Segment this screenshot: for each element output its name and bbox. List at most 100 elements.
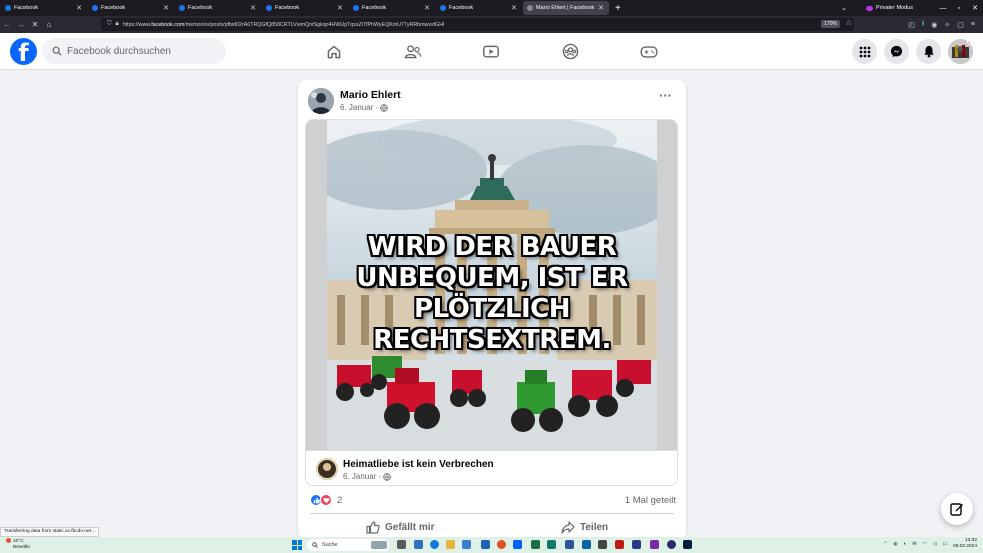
tray-app-icon[interactable]: ✉︎ [913, 542, 917, 547]
messenger-button[interactable] [884, 39, 909, 64]
close-tab-icon[interactable]: ✕ [76, 4, 82, 12]
menu-grid-button[interactable] [852, 39, 877, 64]
widgets-icon[interactable] [414, 540, 423, 549]
author-avatar[interactable] [308, 88, 334, 114]
source-page-name[interactable]: Heimatliebe ist kein Verbrechen [343, 459, 494, 470]
store-icon[interactable] [462, 540, 471, 549]
wifi-icon[interactable]: ◠ [923, 542, 927, 547]
volume-icon[interactable]: ◁ [933, 542, 937, 547]
extensions-icon[interactable]: ✧ [944, 21, 950, 29]
word-icon[interactable] [565, 540, 574, 549]
browser-navigation-bar: ← → ✕ ⌂ ⛉ 🔒︎ https://www. facebook.com/me… [0, 16, 983, 33]
dropbox-icon[interactable] [513, 540, 522, 549]
weather-widget[interactable]: 10°C Bewölkt [6, 538, 30, 551]
browser-tab[interactable]: Facebook ✕ [1, 1, 87, 15]
nav-groups-button[interactable] [550, 33, 590, 70]
close-tab-icon[interactable]: ✕ [337, 4, 343, 12]
outlook-icon[interactable] [582, 540, 591, 549]
app-icon[interactable] [632, 540, 641, 549]
notifications-button[interactable] [916, 39, 941, 64]
menu-icon[interactable]: ≡ [971, 21, 975, 28]
back-arrow-icon[interactable]: ← [0, 20, 14, 29]
new-message-button[interactable] [941, 493, 973, 525]
close-tab-icon[interactable]: ✕ [424, 4, 430, 12]
lock-icon[interactable]: 🔒︎ [116, 21, 119, 28]
browser-tab[interactable]: Facebook ✕ [175, 1, 261, 15]
browser-tab-active[interactable]: Mario Ehlert | Facebook ✕ [523, 1, 609, 15]
file-explorer-icon[interactable] [446, 540, 455, 549]
shared-post[interactable]: WIRD DER BAUER UNBEQUEM, IST ER PLÖTZLIC… [305, 119, 678, 486]
account-icon[interactable]: ◉ [931, 21, 937, 29]
reaction-count[interactable]: 2 [337, 495, 342, 506]
teams-chat-icon[interactable] [547, 540, 556, 549]
post-date[interactable]: 6. Januar [340, 103, 373, 112]
weather-temperature: 10°C [13, 538, 24, 544]
taskbar-search-label: Suche [322, 542, 338, 548]
downloads-icon[interactable]: ⭳ [922, 19, 924, 30]
facebook-favicon-icon [266, 5, 272, 11]
stop-loading-icon[interactable]: ✕ [28, 20, 42, 29]
forward-arrow-icon[interactable]: → [14, 20, 28, 29]
friends-icon [404, 44, 422, 58]
terminal-icon[interactable] [598, 540, 607, 549]
search-input[interactable] [67, 45, 217, 57]
source-date[interactable]: 6. Januar [343, 472, 376, 481]
taskbar-search[interactable]: Suche [307, 539, 389, 551]
edge-browser-icon[interactable] [430, 540, 439, 549]
post-author-name[interactable]: Mario Ehlert [340, 89, 401, 101]
source-photo [316, 458, 338, 480]
tray-app-icon[interactable]: ◐ [904, 542, 907, 547]
close-tab-icon[interactable]: ✕ [163, 4, 169, 12]
pocket-icon[interactable]: ◰ [908, 21, 915, 29]
close-tab-icon[interactable]: ✕ [598, 4, 604, 12]
post-image-frame[interactable]: WIRD DER BAUER UNBEQUEM, IST ER PLÖTZLIC… [306, 120, 677, 450]
more-options-icon[interactable]: ··· [659, 89, 672, 102]
post-image[interactable]: WIRD DER BAUER UNBEQUEM, IST ER PLÖTZLIC… [327, 120, 657, 450]
photoshop-icon[interactable] [683, 540, 692, 549]
mail-icon[interactable] [481, 540, 490, 549]
tab-list-chevron-icon[interactable]: ⌄ [836, 4, 852, 12]
app-icon[interactable] [650, 540, 659, 549]
maximize-icon[interactable]: ▫ [951, 5, 967, 12]
original-post-source[interactable]: Heimatliebe ist kein Verbrechen 6. Janua… [306, 450, 677, 485]
tray-app-icon[interactable]: ◍ [893, 542, 897, 547]
close-tab-icon[interactable]: ✕ [250, 4, 256, 12]
browser-tab[interactable]: Facebook ✕ [262, 1, 348, 15]
nav-friends-button[interactable] [393, 33, 433, 70]
close-tab-icon[interactable]: ✕ [511, 4, 517, 12]
close-window-icon[interactable]: ✕ [967, 4, 983, 12]
windows-start-icon[interactable] [292, 540, 302, 550]
zoom-level-badge[interactable]: 170% [821, 20, 840, 28]
like-button[interactable]: Gefällt mir [366, 518, 434, 536]
tray-chevron-icon[interactable]: ⌃ [883, 542, 887, 547]
action-divider [310, 513, 674, 514]
screenshot-icon[interactable]: ▢ [957, 21, 964, 29]
shield-icon[interactable]: ⛉ [107, 21, 112, 28]
share-count[interactable]: 1 Mal geteilt [625, 495, 676, 506]
nav-video-button[interactable] [471, 33, 511, 70]
app-icon[interactable] [667, 540, 676, 549]
excel-icon[interactable] [531, 540, 540, 549]
acrobat-icon[interactable] [615, 540, 624, 549]
home-icon[interactable]: ⌂ [42, 20, 56, 29]
nav-home-button[interactable] [314, 33, 354, 70]
love-reaction-icon[interactable] [320, 494, 332, 506]
minimize-icon[interactable]: — [935, 5, 951, 12]
taskbar-clock[interactable]: 13:32 09.02.2024 [953, 538, 977, 550]
facebook-logo-icon[interactable]: f [10, 38, 37, 65]
battery-icon[interactable]: ▭ [942, 542, 947, 547]
browser-tab[interactable]: Facebook ✕ [88, 1, 174, 15]
firefox-icon[interactable] [497, 540, 506, 549]
account-avatar-button[interactable] [948, 39, 973, 64]
bookmark-star-icon[interactable]: ☆ [846, 19, 852, 27]
browser-tab[interactable]: Facebook ✕ [349, 1, 435, 15]
task-view-icon[interactable] [397, 540, 406, 549]
image-headline-text: WIRD DER BAUER UNBEQUEM, IST ER PLÖTZLIC… [356, 232, 628, 355]
nav-gaming-button[interactable] [629, 33, 669, 70]
source-avatar[interactable] [316, 458, 338, 480]
browser-tab[interactable]: Facebook ✕ [436, 1, 522, 15]
new-tab-button[interactable]: + [615, 3, 621, 14]
address-bar[interactable]: ⛉ 🔒︎ https://www. facebook.com/memorios/p… [101, 18, 854, 31]
share-button[interactable]: Teilen [561, 518, 608, 536]
facebook-search-box[interactable] [42, 38, 226, 64]
